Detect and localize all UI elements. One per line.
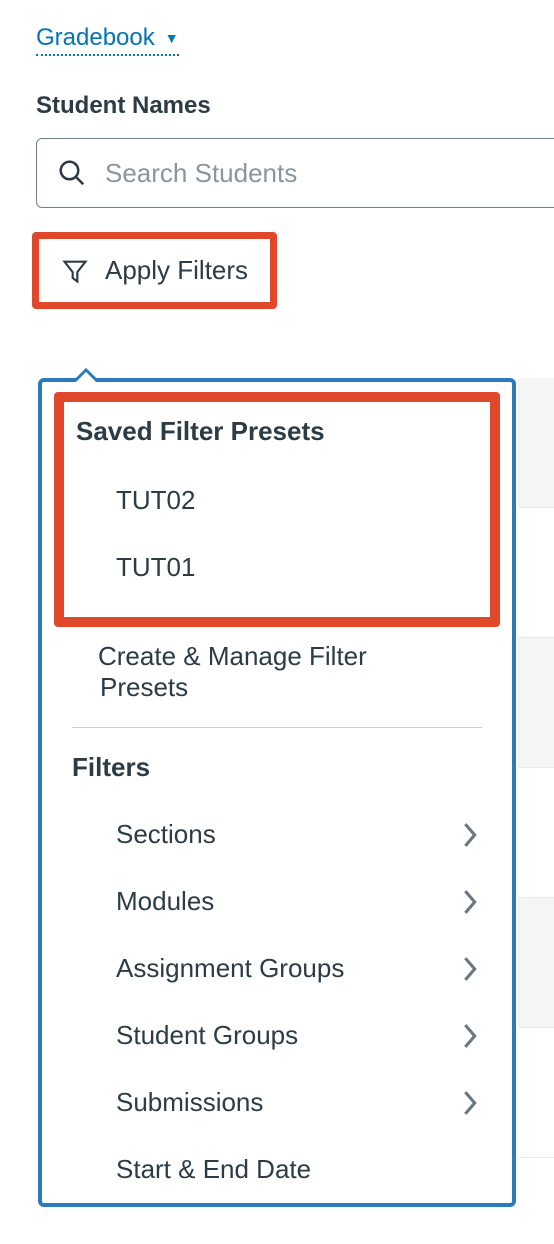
saved-presets-heading: Saved Filter Presets — [72, 408, 482, 467]
highlight-saved-presets: Saved Filter Presets TUT02 TUT01 — [54, 392, 500, 627]
filter-category-student-groups[interactable]: Student Groups — [42, 1002, 512, 1069]
caret-down-icon: ▼ — [165, 30, 179, 46]
filter-category-label: Submissions — [116, 1087, 263, 1118]
highlight-apply-filters: Apply Filters — [32, 232, 277, 309]
chevron-right-icon — [462, 1022, 478, 1050]
filter-category-label: Student Groups — [116, 1020, 298, 1051]
chevron-right-icon — [462, 955, 478, 983]
filters-popover: Saved Filter Presets TUT02 TUT01 Create … — [38, 378, 516, 1207]
popover-pointer-icon — [74, 368, 98, 382]
search-icon — [57, 158, 87, 188]
gradebook-dropdown-link[interactable]: Gradebook ▼ — [36, 24, 179, 56]
filter-category-assignment-groups[interactable]: Assignment Groups — [42, 935, 512, 1002]
student-names-heading: Student Names — [36, 92, 554, 120]
filter-category-sections[interactable]: Sections — [42, 801, 512, 868]
filter-category-start-end-date[interactable]: Start & End Date — [42, 1136, 512, 1203]
chevron-right-icon — [462, 1089, 478, 1117]
search-input[interactable] — [105, 158, 534, 189]
gradebook-label: Gradebook — [36, 24, 155, 52]
manage-presets-label: Create & Manage Filter Presets — [98, 641, 367, 702]
filter-category-label: Assignment Groups — [116, 953, 344, 984]
preset-label: TUT02 — [116, 485, 195, 515]
apply-filters-label: Apply Filters — [105, 255, 248, 286]
filter-category-label: Start & End Date — [116, 1154, 311, 1185]
preset-item-tut02[interactable]: TUT02 — [72, 467, 482, 534]
filters-heading: Filters — [42, 728, 512, 801]
chevron-right-icon — [462, 821, 478, 849]
filter-category-label: Sections — [116, 819, 216, 850]
filter-category-submissions[interactable]: Submissions — [42, 1069, 512, 1136]
filter-category-modules[interactable]: Modules — [42, 868, 512, 935]
filter-icon — [61, 257, 89, 285]
preset-item-tut01[interactable]: TUT01 — [72, 534, 482, 601]
preset-label: TUT01 — [116, 552, 195, 582]
manage-filter-presets[interactable]: Create & Manage Filter Presets — [72, 635, 482, 728]
search-students-field[interactable] — [36, 138, 554, 208]
apply-filters-button[interactable]: Apply Filters — [47, 245, 262, 296]
grid-background — [518, 378, 554, 1178]
filter-category-label: Modules — [116, 886, 214, 917]
chevron-right-icon — [462, 888, 478, 916]
